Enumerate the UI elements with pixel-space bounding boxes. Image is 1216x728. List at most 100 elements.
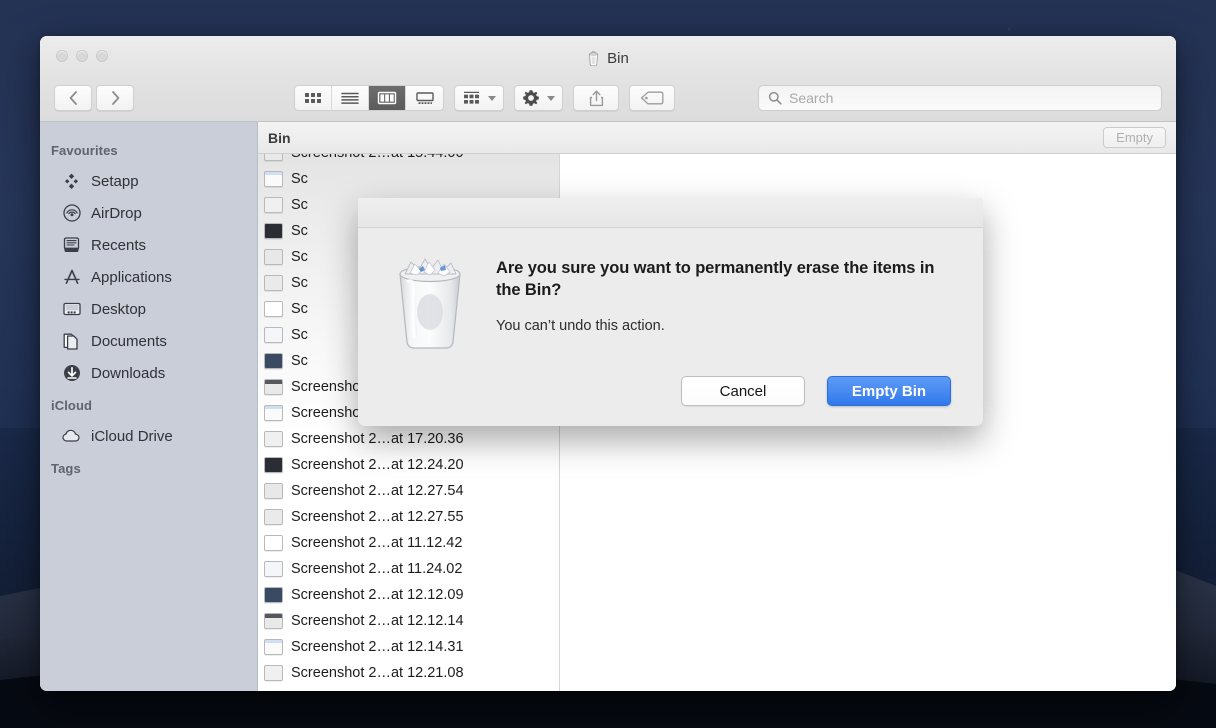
empty-bin-toolbar-button[interactable]: Empty xyxy=(1103,127,1166,148)
share-button[interactable] xyxy=(573,85,619,111)
sidebar-item-label: Setapp xyxy=(91,173,139,190)
file-thumbnail-icon xyxy=(264,275,283,291)
file-list-item[interactable]: Screenshot 2…at 12.27.55 xyxy=(258,504,559,530)
list-view-button[interactable] xyxy=(332,86,369,110)
file-thumbnail-icon xyxy=(264,587,283,603)
file-list-item[interactable]: Screenshot 2…at 12.12.09 xyxy=(258,582,559,608)
sidebar-item-desktop[interactable]: Desktop xyxy=(40,293,257,325)
file-thumbnail-icon xyxy=(264,197,283,213)
desktop-icon xyxy=(62,300,81,319)
file-name-label: Sc xyxy=(291,223,308,239)
full-trash-icon xyxy=(384,250,476,376)
icon-view-button[interactable] xyxy=(295,86,332,110)
gear-icon xyxy=(522,89,540,107)
sidebar-section-tags: Tags xyxy=(40,452,257,483)
file-name-label: Sc xyxy=(291,301,308,317)
file-list-item[interactable]: Screenshot 2…at 15.44.00 xyxy=(258,154,559,166)
window-title-text: Bin xyxy=(607,50,629,67)
recents-icon xyxy=(62,236,81,255)
file-name-label: Screenshot 2…at 12.12.09 xyxy=(291,587,464,603)
file-name-label: Screenshot 2…at 15.44.00 xyxy=(291,154,464,161)
file-name-label: Sc xyxy=(291,353,308,369)
file-thumbnail-icon xyxy=(264,483,283,499)
file-list-item[interactable]: Screenshot 2…at 12.27.54 xyxy=(258,478,559,504)
file-list-item[interactable]: Screenshot 2…at 12.14.31 xyxy=(258,634,559,660)
file-thumbnail-icon xyxy=(264,405,283,421)
file-list-item[interactable]: Screenshot 2…at 11.24.02 xyxy=(258,556,559,582)
dialog-text-block: Are you sure you want to permanently era… xyxy=(496,250,955,376)
gallery-view-button[interactable] xyxy=(406,86,443,110)
file-thumbnail-icon xyxy=(264,171,283,187)
file-thumbnail-icon xyxy=(264,353,283,369)
file-list-item[interactable]: Sc xyxy=(258,166,559,192)
file-name-label: Sc xyxy=(291,275,308,291)
file-thumbnail-icon xyxy=(264,327,283,343)
empty-bin-button[interactable]: Empty Bin xyxy=(827,376,951,406)
sidebar-item-label: Applications xyxy=(91,269,172,286)
action-menu-button[interactable] xyxy=(514,85,563,111)
file-name-label: Screenshot 2…at 12.27.54 xyxy=(291,483,464,499)
sidebar-item-icloud-drive[interactable]: iCloud Drive xyxy=(40,420,257,452)
file-thumbnail-icon xyxy=(264,639,283,655)
sidebar-item-documents[interactable]: Documents xyxy=(40,325,257,357)
chevron-right-icon xyxy=(111,91,120,105)
file-list-item[interactable]: Screenshot 2…at 11.12.42 xyxy=(258,530,559,556)
sidebar-item-applications[interactable]: Applications xyxy=(40,261,257,293)
file-thumbnail-icon xyxy=(264,535,283,551)
file-thumbnail-icon xyxy=(264,154,283,161)
sidebar-item-label: Documents xyxy=(91,333,167,350)
file-name-label: Screenshot 2…at 12.12.14 xyxy=(291,613,464,629)
list-view-icon xyxy=(340,91,360,105)
file-thumbnail-icon xyxy=(264,223,283,239)
sidebar-item-setapp[interactable]: Setapp xyxy=(40,165,257,197)
dialog-body: Are you sure you want to permanently era… xyxy=(358,228,983,376)
file-name-label: Sc xyxy=(291,249,308,265)
window-titlebar[interactable]: Bin xyxy=(40,36,1176,122)
sidebar-item-recents[interactable]: Recents xyxy=(40,229,257,261)
finder-window[interactable]: Bin xyxy=(40,36,1176,691)
chevron-down-icon xyxy=(547,96,555,101)
file-name-label: Sc xyxy=(291,197,308,213)
file-list-item[interactable]: Screenshot 2…at 12.24.20 xyxy=(258,452,559,478)
file-name-label: Screenshot 2…at 12.14.31 xyxy=(291,639,464,655)
sidebar-item-downloads[interactable]: Downloads xyxy=(40,357,257,389)
dialog-headline: Are you sure you want to permanently era… xyxy=(496,258,955,302)
file-name-label: Screenshot 2…at 12.24.20 xyxy=(291,457,464,473)
tag-icon xyxy=(640,91,664,105)
back-button[interactable] xyxy=(54,85,92,111)
file-list-item[interactable]: Screenshot 2…at 12.12.14 xyxy=(258,608,559,634)
file-list-item[interactable]: Screenshot 2…at 12.21.08 xyxy=(258,660,559,686)
applications-icon xyxy=(62,268,81,287)
file-thumbnail-icon xyxy=(264,457,283,473)
cancel-button[interactable]: Cancel xyxy=(681,376,805,406)
file-thumbnail-icon xyxy=(264,561,283,577)
search-icon xyxy=(768,91,782,105)
file-list-item[interactable]: Screenshot 2…at 17.20.36 xyxy=(258,426,559,452)
setapp-icon xyxy=(62,172,81,191)
forward-button[interactable] xyxy=(96,85,134,111)
sidebar-item-airdrop[interactable]: AirDrop xyxy=(40,197,257,229)
file-name-label: Screenshot 2…at 11.24.02 xyxy=(291,561,462,577)
search-field[interactable]: Search xyxy=(758,85,1162,111)
sidebar-item-label: Desktop xyxy=(91,301,146,318)
view-mode-segmented-control[interactable] xyxy=(294,85,444,111)
sidebar-item-label: AirDrop xyxy=(91,205,142,222)
dialog-top-bar xyxy=(358,198,983,228)
sidebar-item-label: Downloads xyxy=(91,365,165,382)
column-view-button[interactable] xyxy=(369,86,406,110)
file-thumbnail-icon xyxy=(264,379,283,395)
share-icon xyxy=(589,90,604,107)
file-thumbnail-icon xyxy=(264,431,283,447)
chevron-left-icon xyxy=(69,91,78,105)
path-bar: Bin Empty xyxy=(258,122,1176,154)
column-view-icon xyxy=(377,91,397,105)
chevron-down-icon xyxy=(488,96,496,101)
sidebar-section-favourites: Favourites xyxy=(40,134,257,165)
file-name-label: Screenshot 2…at 17.20.36 xyxy=(291,431,464,447)
tag-button[interactable] xyxy=(629,85,675,111)
sidebar[interactable]: Favourites Setapp xyxy=(40,122,258,691)
airdrop-icon xyxy=(62,204,81,223)
arrange-by-button[interactable] xyxy=(454,85,504,111)
empty-bin-confirmation-dialog[interactable]: Are you sure you want to permanently era… xyxy=(358,198,983,426)
dialog-message: You can’t undo this action. xyxy=(496,318,955,334)
